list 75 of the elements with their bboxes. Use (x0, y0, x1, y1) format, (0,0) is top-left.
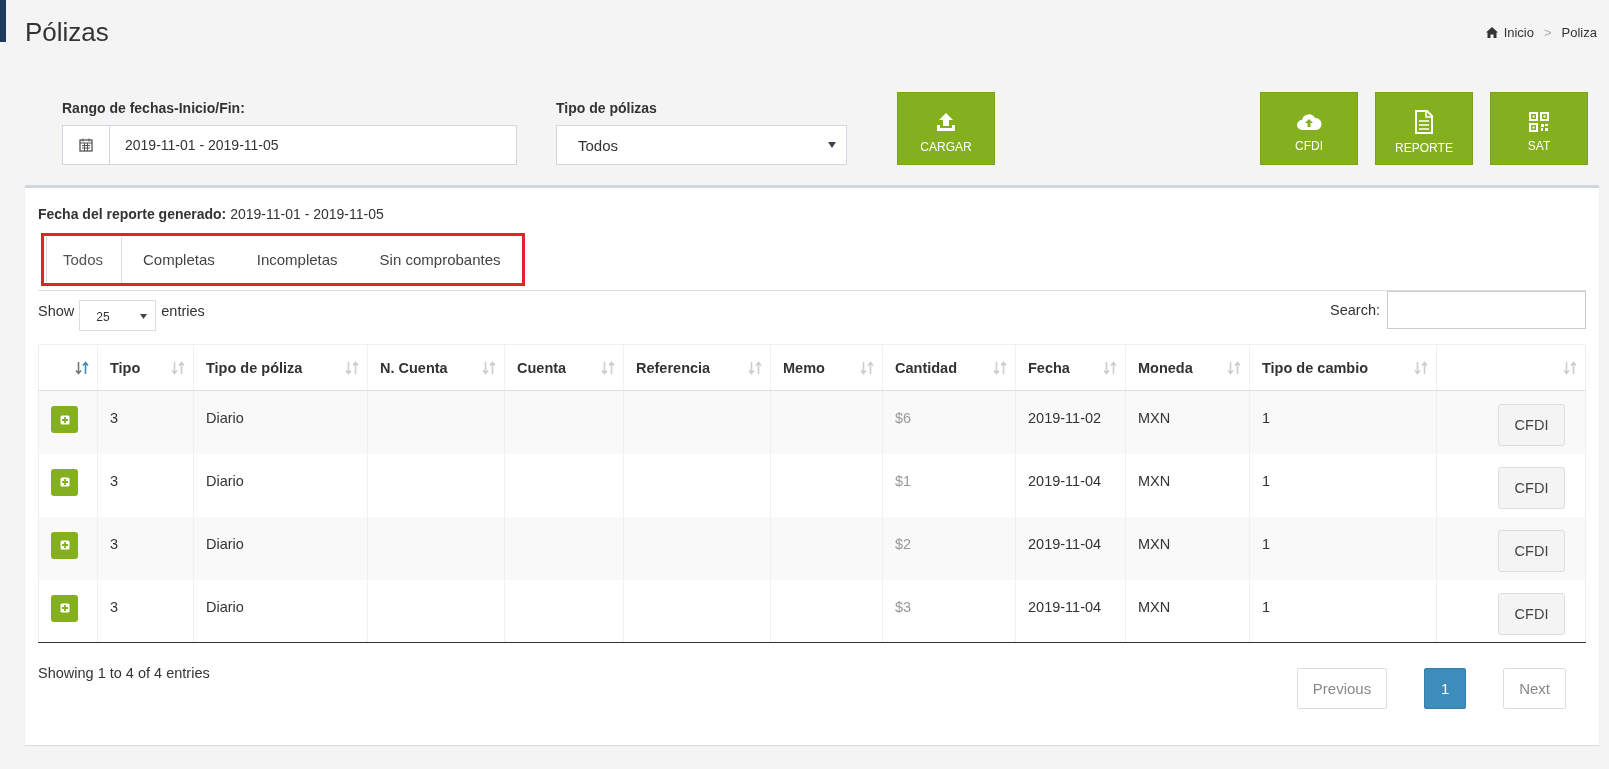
expand-button[interactable] (51, 468, 78, 496)
show-label: Show (38, 303, 75, 319)
plus-icon (59, 540, 70, 550)
table-info: Showing 1 to 4 of 4 entries (38, 665, 210, 681)
table-cell: Diario (206, 410, 244, 426)
table-cell: $6 (895, 410, 912, 426)
table-cell: MXN (1138, 535, 1171, 552)
breadcrumb-separator: > (1544, 24, 1552, 40)
field-label: Tipo de pólizas (556, 100, 658, 116)
table-cell: 2019-11-04 (1028, 472, 1102, 489)
column-header: Cuenta (517, 359, 567, 376)
document-icon (1414, 110, 1434, 134)
plus-icon (59, 477, 70, 487)
cloud-upload-icon (1296, 112, 1322, 132)
cfdi-button[interactable]: CFDI (1498, 466, 1565, 509)
page-length-select[interactable]: 25 (79, 300, 157, 331)
cfdi-button[interactable]: CFDI (1498, 404, 1565, 446)
policy-type-select[interactable]: Todos (556, 125, 847, 165)
tab[interactable]: Incompletas (235, 236, 359, 283)
table-cell: 3 (110, 472, 119, 489)
calendar-icon (79, 138, 93, 152)
table-cell: 1 (1262, 410, 1271, 426)
table-cell: Diario (206, 598, 244, 615)
table-cell: MXN (1138, 598, 1171, 615)
cfdi-button[interactable]: CFDI (1498, 529, 1565, 572)
home-icon (1485, 26, 1498, 38)
table-cell: $3 (895, 598, 912, 615)
search-field[interactable] (1387, 291, 1586, 329)
table-cell: MXN (1138, 410, 1171, 426)
plus-icon (59, 414, 70, 425)
table-cell: 2019-11-04 (1028, 598, 1102, 615)
table-cell: $1 (895, 472, 912, 489)
table-cell: 1 (1262, 472, 1271, 489)
expand-button[interactable] (51, 406, 78, 433)
column-header: Tipo de cambio (1262, 359, 1369, 376)
table-cell: Diario (206, 535, 244, 552)
column-header: Tipo (110, 359, 141, 376)
table-cell: Diario (206, 472, 244, 489)
column-header: N. Cuenta (380, 359, 448, 376)
breadcrumb-link[interactable]: Inicio (1485, 24, 1534, 40)
caret-icon (828, 142, 836, 148)
column-header: Referencia (636, 359, 711, 376)
plus-icon (59, 603, 70, 613)
expand-button[interactable] (51, 594, 78, 622)
search-label: Search: (1330, 302, 1380, 318)
page-title: Pólizas (25, 16, 109, 48)
table-cell: $2 (895, 535, 912, 552)
table-cell: 1 (1262, 598, 1271, 615)
table-cell: 2019-11-04 (1028, 535, 1102, 552)
tab[interactable]: Sin comprobantes (358, 236, 522, 283)
tab[interactable]: Todos (46, 236, 123, 283)
table-cell: 1 (1262, 535, 1271, 552)
column-header: Memo (783, 359, 825, 376)
breadcrumb-current: Poliza (1561, 24, 1597, 40)
column-header: Moneda (1138, 359, 1193, 376)
column-header: Fecha (1028, 359, 1070, 376)
expand-button[interactable] (51, 531, 78, 559)
cfdi-button[interactable]: CFDI (1498, 592, 1565, 635)
table-cell: MXN (1138, 472, 1171, 489)
sidebar-edge (0, 0, 6, 42)
caret-icon (140, 314, 148, 319)
report-date-text: Fecha del reporte generado: 2019-11-01 - 2019-11-05 (38, 206, 385, 222)
column-header: Cantidad (895, 359, 958, 376)
entries-label: entries (161, 303, 205, 319)
column-header: Tipo de póliza (206, 359, 303, 376)
table-cell: 3 (110, 598, 119, 615)
table-cell: 2019-11-02 (1028, 410, 1102, 426)
table-cell: 3 (110, 535, 119, 552)
qr-code-icon (1529, 112, 1549, 132)
upload-icon (935, 111, 957, 133)
table-cell: 3 (110, 410, 119, 426)
field-label: Rango de fechas-Inicio/Fin: (62, 100, 246, 116)
page-button[interactable]: 1 (1424, 668, 1467, 709)
date-range-field[interactable]: 2019-11-01 - 2019-11-05 (62, 125, 517, 165)
tab[interactable]: Completas (122, 236, 236, 283)
